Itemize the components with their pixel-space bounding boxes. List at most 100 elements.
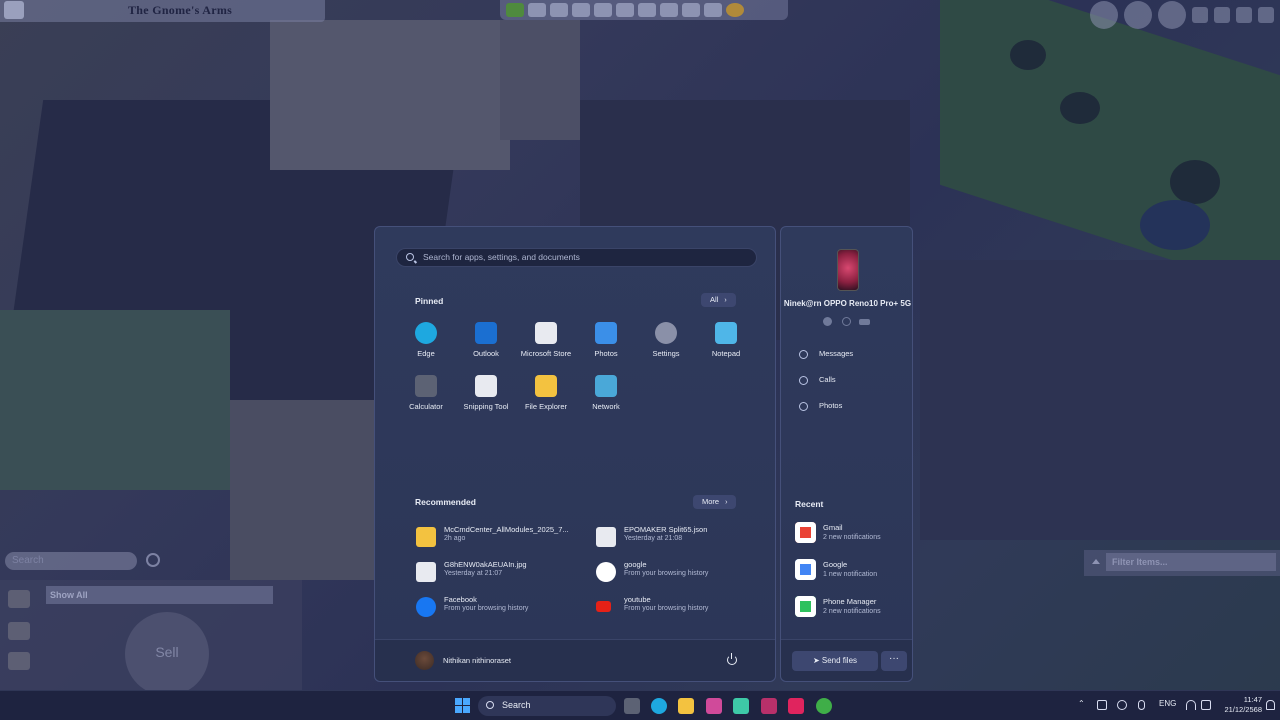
app-icon[interactable] <box>733 698 749 714</box>
microphone-icon[interactable] <box>1138 700 1145 710</box>
cube-icon[interactable] <box>506 3 524 17</box>
recommended-item[interactable]: youtube From your browsing history <box>596 595 756 625</box>
start-search-input[interactable]: Search for apps, settings, and documents <box>396 248 757 267</box>
avatar[interactable] <box>415 651 434 670</box>
pinned-app-label: Microsoft Store <box>520 349 572 358</box>
buy-mode-icon[interactable] <box>1158 1 1186 29</box>
folder-icon[interactable] <box>678 698 694 714</box>
edge-icon <box>415 322 437 344</box>
recommended-item[interactable]: EPOMAKER Split65.json Yesterday at 21:08 <box>596 525 756 555</box>
lot-info-icon[interactable] <box>1124 1 1152 29</box>
camera-icon[interactable] <box>1192 7 1208 23</box>
game-floor <box>230 400 380 580</box>
pinned-app-4[interactable]: Settings <box>636 322 696 368</box>
more-button[interactable]: More › <box>693 495 737 509</box>
phone-link-photos[interactable]: Photos <box>799 401 899 415</box>
language-indicator[interactable]: ENG <box>1159 699 1176 708</box>
game-mode-tools <box>1020 0 1280 30</box>
recommended-title: Recommended <box>415 497 476 507</box>
recommended-item[interactable]: G8hENW0akAEUAIn.jpg Yesterday at 21:07 <box>416 560 576 590</box>
more-options-button[interactable]: ··· <box>881 651 907 671</box>
phone-manager-icon <box>795 596 816 617</box>
notification-subtitle: 1 new notification <box>823 571 878 578</box>
home-icon[interactable] <box>4 1 24 19</box>
phone-link-label: Photos <box>819 401 843 410</box>
cloud-icon[interactable] <box>1117 700 1127 710</box>
app-icon[interactable] <box>761 698 777 714</box>
speaker-icon[interactable] <box>1097 700 1107 710</box>
recommended-subtitle: Yesterday at 21:08 <box>624 535 683 542</box>
game-floor <box>920 260 1280 540</box>
clock-date: 21/12/2568 <box>1224 705 1262 714</box>
catalog-category-icon[interactable] <box>8 652 30 670</box>
chevron-right-icon: › <box>724 297 727 304</box>
catalog-category-icon[interactable] <box>8 622 30 640</box>
phone-notification[interactable]: Gmail 2 new notifications <box>795 522 907 550</box>
facebook-icon <box>416 597 436 617</box>
user-name[interactable]: Nithikan nithinoraset <box>443 656 511 665</box>
task-view-icon[interactable] <box>624 698 640 714</box>
add-icon[interactable] <box>660 3 678 17</box>
pinned-app-2[interactable]: Microsoft Store <box>516 322 576 368</box>
edge-icon[interactable] <box>651 698 667 714</box>
notification-subtitle: 2 new notifications <box>823 534 881 541</box>
phone-notification[interactable]: Phone Manager 2 new notifications <box>795 596 907 624</box>
phone-link-messages[interactable]: Messages <box>799 349 899 363</box>
cube-view-icon[interactable] <box>1214 7 1230 23</box>
pinned-app-7[interactable]: Snipping Tool <box>456 375 516 421</box>
filter-items-input[interactable]: Filter Items... <box>1106 553 1276 571</box>
volume-icon[interactable] <box>1201 700 1211 710</box>
recommended-subtitle: From your browsing history <box>624 570 709 577</box>
pinned-app-1[interactable]: Outlook <box>456 322 516 368</box>
undo-icon[interactable] <box>594 3 612 17</box>
search-icon[interactable] <box>146 553 160 567</box>
tiktok-icon[interactable] <box>788 698 804 714</box>
clock[interactable]: 11:47 21/12/2568 <box>1218 695 1262 715</box>
menu-icon[interactable] <box>1258 7 1274 23</box>
app-icon[interactable] <box>816 698 832 714</box>
recommended-item[interactable]: Facebook From your browsing history <box>416 595 576 625</box>
walls-icon[interactable] <box>704 3 722 17</box>
search-icon <box>486 701 494 709</box>
bluetooth-icon <box>842 317 851 326</box>
start-menu: Search for apps, settings, and documents… <box>374 226 776 682</box>
hammer-icon[interactable] <box>572 3 590 17</box>
catalog-category-icon[interactable] <box>8 590 30 608</box>
phone-notification[interactable]: Google 1 new notification <box>795 559 907 587</box>
redo-icon[interactable] <box>616 3 634 17</box>
chevron-up-icon[interactable] <box>1092 559 1100 564</box>
stairs-icon[interactable] <box>682 3 700 17</box>
pinned-app-3[interactable]: Photos <box>576 322 636 368</box>
gallery-icon[interactable] <box>726 3 744 17</box>
windows-start-icon[interactable] <box>455 698 470 713</box>
taskbar-search[interactable]: Search <box>478 696 616 716</box>
chevron-up-icon[interactable]: ⌃ <box>1078 699 1085 708</box>
pinned-app-8[interactable]: File Explorer <box>516 375 576 421</box>
pinned-app-9[interactable]: Network <box>576 375 636 421</box>
notification-icon[interactable] <box>1266 700 1275 710</box>
recommended-item[interactable]: google From your browsing history <box>596 560 756 590</box>
tool-icon[interactable] <box>528 3 546 17</box>
recommended-item[interactable]: McCmdCenter_AllModules_2025_7... 2h ago <box>416 525 576 555</box>
recommended-subtitle: From your browsing history <box>444 605 529 612</box>
sell-button[interactable]: Sell <box>125 612 209 696</box>
tool-icon[interactable] <box>550 3 568 17</box>
power-icon[interactable] <box>727 653 737 665</box>
catalog-filter-dropdown[interactable]: Show All <box>46 586 273 604</box>
game-search-input[interactable]: Search <box>5 552 137 570</box>
send-files-button[interactable]: ➤ Send files <box>792 651 878 671</box>
settings-sliders-icon[interactable] <box>1236 7 1252 23</box>
recommended-title: Facebook <box>444 595 477 604</box>
recommended-title: McCmdCenter_AllModules_2025_7... <box>444 525 569 534</box>
phone-link-calls[interactable]: Calls <box>799 375 899 389</box>
all-apps-button[interactable]: All › <box>701 293 736 307</box>
app-icon[interactable] <box>706 698 722 714</box>
pinned-app-6[interactable]: Calculator <box>396 375 456 421</box>
recommended-subtitle: From your browsing history <box>624 605 709 612</box>
pinned-app-0[interactable]: Edge <box>396 322 456 368</box>
pinned-app-5[interactable]: Notepad <box>696 322 756 368</box>
wifi-icon[interactable] <box>1186 700 1196 710</box>
send-files-label: Send files <box>821 656 858 665</box>
floor-up-icon[interactable] <box>638 3 656 17</box>
household-icon[interactable] <box>1090 1 1118 29</box>
